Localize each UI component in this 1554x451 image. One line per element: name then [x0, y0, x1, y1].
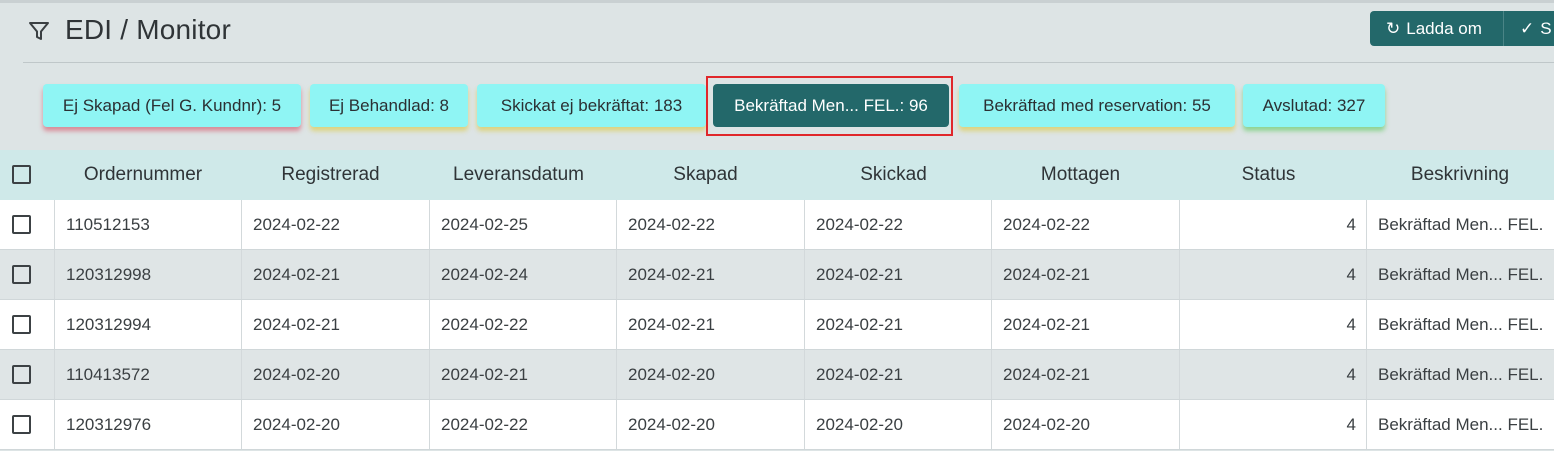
save-button[interactable]: ✓ S	[1504, 11, 1554, 46]
cell-registrerad: 2024-02-20	[241, 400, 429, 449]
cell-registrerad: 2024-02-21	[241, 300, 429, 349]
table-header-row: Ordernummer Registrerad Leveransdatum Sk…	[0, 150, 1554, 200]
cell-status: 4	[1179, 350, 1366, 399]
chip-ej-behandlad[interactable]: Ej Behandlad: 8	[310, 84, 468, 127]
cell-skickad: 2024-02-21	[804, 300, 991, 349]
cell-mottagen: 2024-02-21	[991, 350, 1179, 399]
chip-label: Ej Skapad (Fel G. Kundnr): 5	[62, 95, 282, 115]
cell-beskrivning: Bekräftad Men... FEL.	[1366, 200, 1554, 249]
chip-label: Skickat ej bekräftat: 183	[500, 95, 683, 115]
cell-skapad: 2024-02-20	[616, 400, 804, 449]
cell-status: 4	[1179, 250, 1366, 299]
cell-status: 4	[1179, 200, 1366, 249]
page-title: EDI / Monitor	[65, 14, 231, 45]
chip-label: Bekräftad med reservation: 55	[983, 95, 1211, 115]
cell-leveransdatum: 2024-02-22	[429, 400, 616, 449]
reload-button[interactable]: ↻ Ladda om	[1370, 11, 1504, 46]
select-all-checkbox[interactable]	[12, 165, 31, 184]
row-checkbox[interactable]	[12, 415, 31, 434]
cell-ordernummer: 110512153	[54, 200, 241, 249]
refresh-icon: ↻	[1386, 18, 1401, 38]
cell-registrerad: 2024-02-20	[241, 350, 429, 399]
cell-skapad: 2024-02-21	[616, 300, 804, 349]
col-header-skapad[interactable]: Skapad	[616, 150, 795, 200]
cell-leveransdatum: 2024-02-21	[429, 350, 616, 399]
cell-skickad: 2024-02-21	[804, 250, 991, 299]
page-header: EDI / Monitor ↻ Ladda om ✓ S	[0, 0, 1554, 63]
cell-status: 4	[1179, 400, 1366, 449]
cell-mottagen: 2024-02-20	[991, 400, 1179, 449]
chip-bekraftad-med-reservation[interactable]: Bekräftad med reservation: 55	[959, 84, 1235, 127]
save-label: S	[1540, 18, 1552, 38]
cell-mottagen: 2024-02-21	[991, 300, 1179, 349]
cell-ordernummer: 120312994	[54, 300, 241, 349]
chip-label: Ej Behandlad: 8	[328, 95, 450, 115]
row-checkbox[interactable]	[12, 265, 31, 284]
cell-leveransdatum: 2024-02-22	[429, 300, 616, 349]
cell-ordernummer: 120312976	[54, 400, 241, 449]
cell-beskrivning: Bekräftad Men... FEL.	[1366, 350, 1554, 399]
selected-chip-highlight	[706, 76, 953, 136]
cell-skickad: 2024-02-22	[804, 200, 991, 249]
cell-ordernummer: 120312998	[54, 250, 241, 299]
table-row[interactable]: 110512153 2024-02-22 2024-02-25 2024-02-22 2…	[0, 200, 1554, 250]
table-row[interactable]: 120312994 2024-02-21 2024-02-22 2024-02-21 2…	[0, 300, 1554, 350]
cell-skapad: 2024-02-20	[616, 350, 804, 399]
cell-leveransdatum: 2024-02-24	[429, 250, 616, 299]
cell-registrerad: 2024-02-22	[241, 200, 429, 249]
chip-label: Avslutad: 327	[1262, 95, 1366, 115]
cell-beskrivning: Bekräftad Men... FEL.	[1366, 300, 1554, 349]
col-header-beskrivning[interactable]: Beskrivning	[1366, 150, 1554, 200]
table-row[interactable]: 120312998 2024-02-21 2024-02-24 2024-02-21 2…	[0, 250, 1554, 300]
reload-label: Ladda om	[1406, 18, 1482, 38]
header-divider	[23, 62, 1554, 63]
cell-mottagen: 2024-02-22	[991, 200, 1179, 249]
cell-registrerad: 2024-02-21	[241, 250, 429, 299]
col-header-status[interactable]: Status	[1179, 150, 1358, 200]
cell-ordernummer: 110413572	[54, 350, 241, 399]
cell-skapad: 2024-02-22	[616, 200, 804, 249]
cell-mottagen: 2024-02-21	[991, 250, 1179, 299]
chip-avslutad[interactable]: Avslutad: 327	[1243, 84, 1385, 127]
col-header-mottagen[interactable]: Mottagen	[991, 150, 1170, 200]
row-checkbox[interactable]	[12, 215, 31, 234]
cell-skickad: 2024-02-21	[804, 350, 991, 399]
row-checkbox[interactable]	[12, 365, 31, 384]
cell-skickad: 2024-02-20	[804, 400, 991, 449]
cell-leveransdatum: 2024-02-25	[429, 200, 616, 249]
chip-skickat-ej-bekraftat[interactable]: Skickat ej bekräftat: 183	[477, 84, 706, 127]
table-row[interactable]: 110413572 2024-02-20 2024-02-21 2024-02-20 2…	[0, 350, 1554, 400]
cell-skapad: 2024-02-21	[616, 250, 804, 299]
row-checkbox[interactable]	[12, 315, 31, 334]
cell-beskrivning: Bekräftad Men... FEL.	[1366, 400, 1554, 449]
cell-beskrivning: Bekräftad Men... FEL.	[1366, 250, 1554, 299]
cell-status: 4	[1179, 300, 1366, 349]
header-button-group: ↻ Ladda om ✓ S	[1370, 11, 1554, 46]
table-row[interactable]: 120312976 2024-02-20 2024-02-22 2024-02-20 2…	[0, 400, 1554, 450]
col-header-ordernummer[interactable]: Ordernummer	[54, 150, 232, 200]
col-header-leveransdatum[interactable]: Leveransdatum	[429, 150, 608, 200]
chip-ej-skapad[interactable]: Ej Skapad (Fel G. Kundnr): 5	[43, 84, 301, 127]
col-header-skickad[interactable]: Skickad	[804, 150, 983, 200]
filter-icon[interactable]	[27, 19, 51, 43]
check-icon: ✓	[1520, 18, 1535, 38]
col-header-registrerad[interactable]: Registrerad	[241, 150, 420, 200]
